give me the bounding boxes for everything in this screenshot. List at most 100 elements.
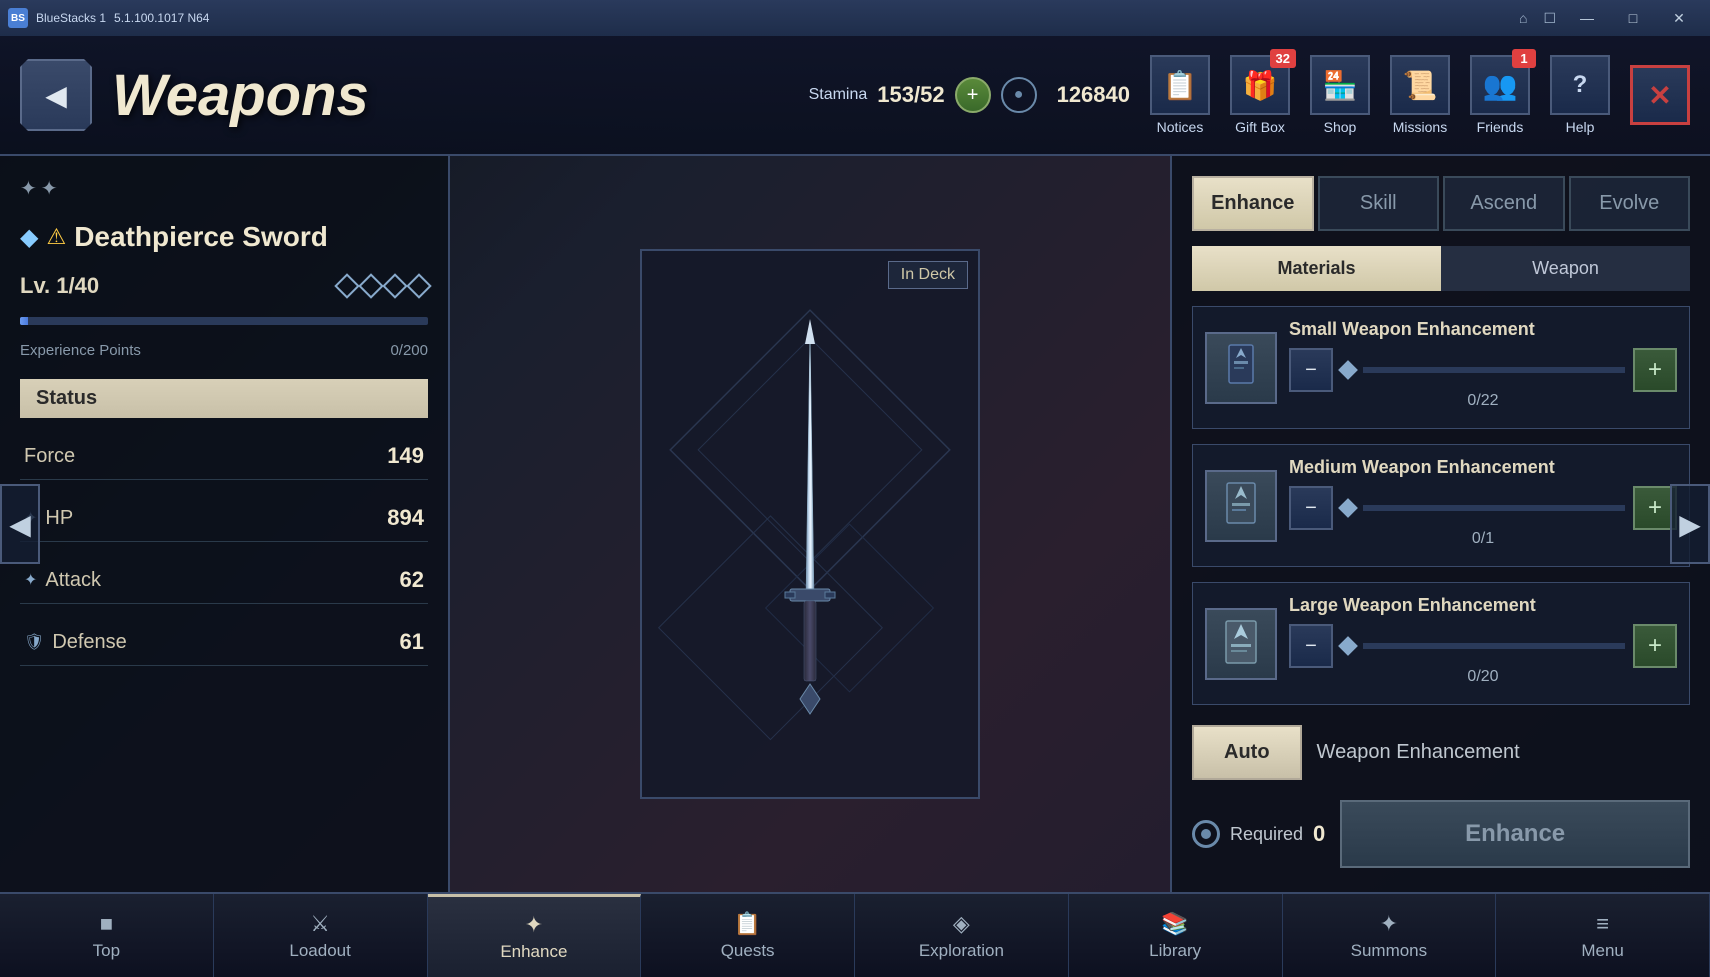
- level-bar-fill: [20, 317, 28, 325]
- top-nav-icon: ■: [100, 911, 113, 937]
- level-row: Lv. 1/40: [20, 273, 428, 299]
- weapon-header: ✦ ✦: [20, 176, 428, 201]
- required-and-enhance-row: Required 0 Enhance: [1192, 800, 1690, 868]
- home-icon[interactable]: ⌂: [1519, 10, 1527, 26]
- large-minus-button[interactable]: −: [1289, 624, 1333, 668]
- app-logo: BS: [8, 8, 28, 28]
- title-bar-icons: ⌂ ☐: [1519, 10, 1556, 27]
- star-rating: ✦ ✦: [20, 176, 58, 201]
- help-label: Help: [1566, 119, 1595, 135]
- bottom-nav-menu[interactable]: ≡ Menu: [1496, 894, 1710, 977]
- status-header: Status: [20, 379, 428, 418]
- nav-item-friends[interactable]: 1 👥 Friends: [1470, 55, 1530, 135]
- giftbox-badge: 32: [1270, 49, 1296, 68]
- force-label: Force: [24, 445, 75, 468]
- required-section: Required 0: [1192, 820, 1325, 848]
- nav-item-shop[interactable]: 🏪 Shop: [1310, 55, 1370, 135]
- stamina-value: 153/52: [877, 82, 944, 108]
- window-controls: — □ ✕: [1564, 0, 1702, 36]
- medium-enhance-name: Medium Weapon Enhancement: [1289, 457, 1677, 478]
- center-panel: In Deck: [450, 156, 1170, 892]
- nav-item-giftbox[interactable]: 32 🎁 Gift Box: [1230, 55, 1290, 135]
- stat-row-defense: 🛡 Defense 61: [20, 619, 428, 666]
- sub-tab-bar: Materials Weapon: [1192, 246, 1690, 291]
- nav-item-help[interactable]: ? Help: [1550, 55, 1610, 135]
- library-nav-icon: 📚: [1161, 911, 1188, 937]
- sub-tab-materials[interactable]: Materials: [1192, 246, 1441, 291]
- medium-enhance-count: 0/1: [1289, 530, 1677, 548]
- exp-label: Experience Points: [20, 342, 141, 359]
- minimize-button[interactable]: —: [1564, 0, 1610, 36]
- large-enhance-icon: [1205, 608, 1277, 680]
- force-value: 149: [387, 443, 424, 469]
- defense-value: 61: [400, 629, 424, 655]
- medium-enhance-icon: [1205, 470, 1277, 542]
- tab-enhance[interactable]: Enhance: [1192, 176, 1314, 231]
- small-minus-button[interactable]: −: [1289, 348, 1333, 392]
- stat-row-attack: ✦ Attack 62: [20, 557, 428, 604]
- back-button[interactable]: ◀: [20, 59, 92, 131]
- weapon-display: In Deck: [640, 249, 980, 799]
- enhance-action-button[interactable]: Enhance: [1340, 800, 1690, 868]
- screen-icon[interactable]: ☐: [1543, 10, 1556, 27]
- attack-value: 62: [400, 567, 424, 593]
- required-value: 0: [1313, 821, 1325, 847]
- bottom-nav-quests[interactable]: 📋 Quests: [641, 894, 855, 977]
- stamina-plus-button[interactable]: +: [955, 77, 991, 113]
- weapon-name-row: ◆ ⚠ Deathpierce Sword: [20, 221, 428, 253]
- bottom-nav-top[interactable]: ■ Top: [0, 894, 214, 977]
- star-2: ✦: [41, 176, 58, 201]
- medium-enhance-info: Medium Weapon Enhancement − + 0/1: [1289, 457, 1677, 554]
- missions-icon-wrap: 📜: [1390, 55, 1450, 115]
- bottom-nav-enhance[interactable]: ✦ Enhance: [428, 894, 642, 977]
- bottom-nav: ■ Top ⚔ Loadout ✦ Enhance 📋 Quests ◈ Exp…: [0, 892, 1710, 977]
- right-panel: Enhance Skill Ascend Evolve Materials We…: [1170, 156, 1710, 892]
- large-enhance-info: Large Weapon Enhancement − + 0/20: [1289, 595, 1677, 692]
- level-bar-wrap: [20, 317, 428, 325]
- shop-icon-wrap: 🏪: [1310, 55, 1370, 115]
- tab-evolve[interactable]: Evolve: [1569, 176, 1691, 231]
- bottom-nav-summons[interactable]: ✦ Summons: [1283, 894, 1497, 977]
- level-diamonds: [338, 277, 428, 295]
- bottom-nav-exploration[interactable]: ◈ Exploration: [855, 894, 1069, 977]
- sub-tab-weapon[interactable]: Weapon: [1441, 246, 1690, 291]
- menu-nav-label: Menu: [1581, 941, 1624, 961]
- nav-item-notices[interactable]: 📋 Notices: [1150, 55, 1210, 135]
- small-plus-button[interactable]: +: [1633, 348, 1677, 392]
- large-plus-button[interactable]: +: [1633, 624, 1677, 668]
- auto-button[interactable]: Auto: [1192, 725, 1302, 780]
- diamond-4: [406, 273, 431, 298]
- small-enhance-count: 0/22: [1289, 392, 1677, 410]
- bottom-nav-library[interactable]: 📚 Library: [1069, 894, 1283, 977]
- loadout-nav-label: Loadout: [289, 941, 350, 961]
- medium-enhance-item: Medium Weapon Enhancement − + 0/1: [1192, 444, 1690, 567]
- maximize-button[interactable]: □: [1610, 0, 1656, 36]
- required-dot: [1201, 829, 1211, 839]
- tab-ascend[interactable]: Ascend: [1443, 176, 1565, 231]
- close-button[interactable]: ✕: [1656, 0, 1702, 36]
- library-nav-label: Library: [1149, 941, 1201, 961]
- medium-minus-button[interactable]: −: [1289, 486, 1333, 530]
- stamina-label: Stamina: [809, 86, 868, 104]
- large-diamond-indicator: [1338, 636, 1358, 656]
- prev-weapon-button[interactable]: ◀: [0, 484, 40, 564]
- tab-skill[interactable]: Skill: [1318, 176, 1440, 231]
- nav-close-button[interactable]: ✕: [1630, 65, 1690, 125]
- attack-icon: ✦: [24, 570, 37, 590]
- giftbox-label: Gift Box: [1235, 119, 1285, 135]
- shop-label: Shop: [1324, 119, 1357, 135]
- notices-label: Notices: [1157, 119, 1204, 135]
- game-area: ◀ Weapons Stamina 153/52 + ● 126840 📋 No…: [0, 36, 1710, 977]
- nav-item-missions[interactable]: 📜 Missions: [1390, 55, 1450, 135]
- page-title: Weapons: [112, 62, 369, 129]
- medium-enhance-bar: [1363, 505, 1625, 511]
- hp-value: 894: [387, 505, 424, 531]
- enhance-nav-icon: ✦: [525, 912, 543, 938]
- next-weapon-button[interactable]: ▶: [1670, 484, 1710, 564]
- small-enhance-info: Small Weapon Enhancement − + 0/22: [1289, 319, 1677, 416]
- summons-nav-label: Summons: [1351, 941, 1428, 961]
- bottom-nav-loadout[interactable]: ⚔ Loadout: [214, 894, 428, 977]
- stat-row-hp: ✦ HP 894: [20, 495, 428, 542]
- stat-row-force: Force 149: [20, 433, 428, 480]
- defense-label: 🛡 Defense: [24, 631, 127, 654]
